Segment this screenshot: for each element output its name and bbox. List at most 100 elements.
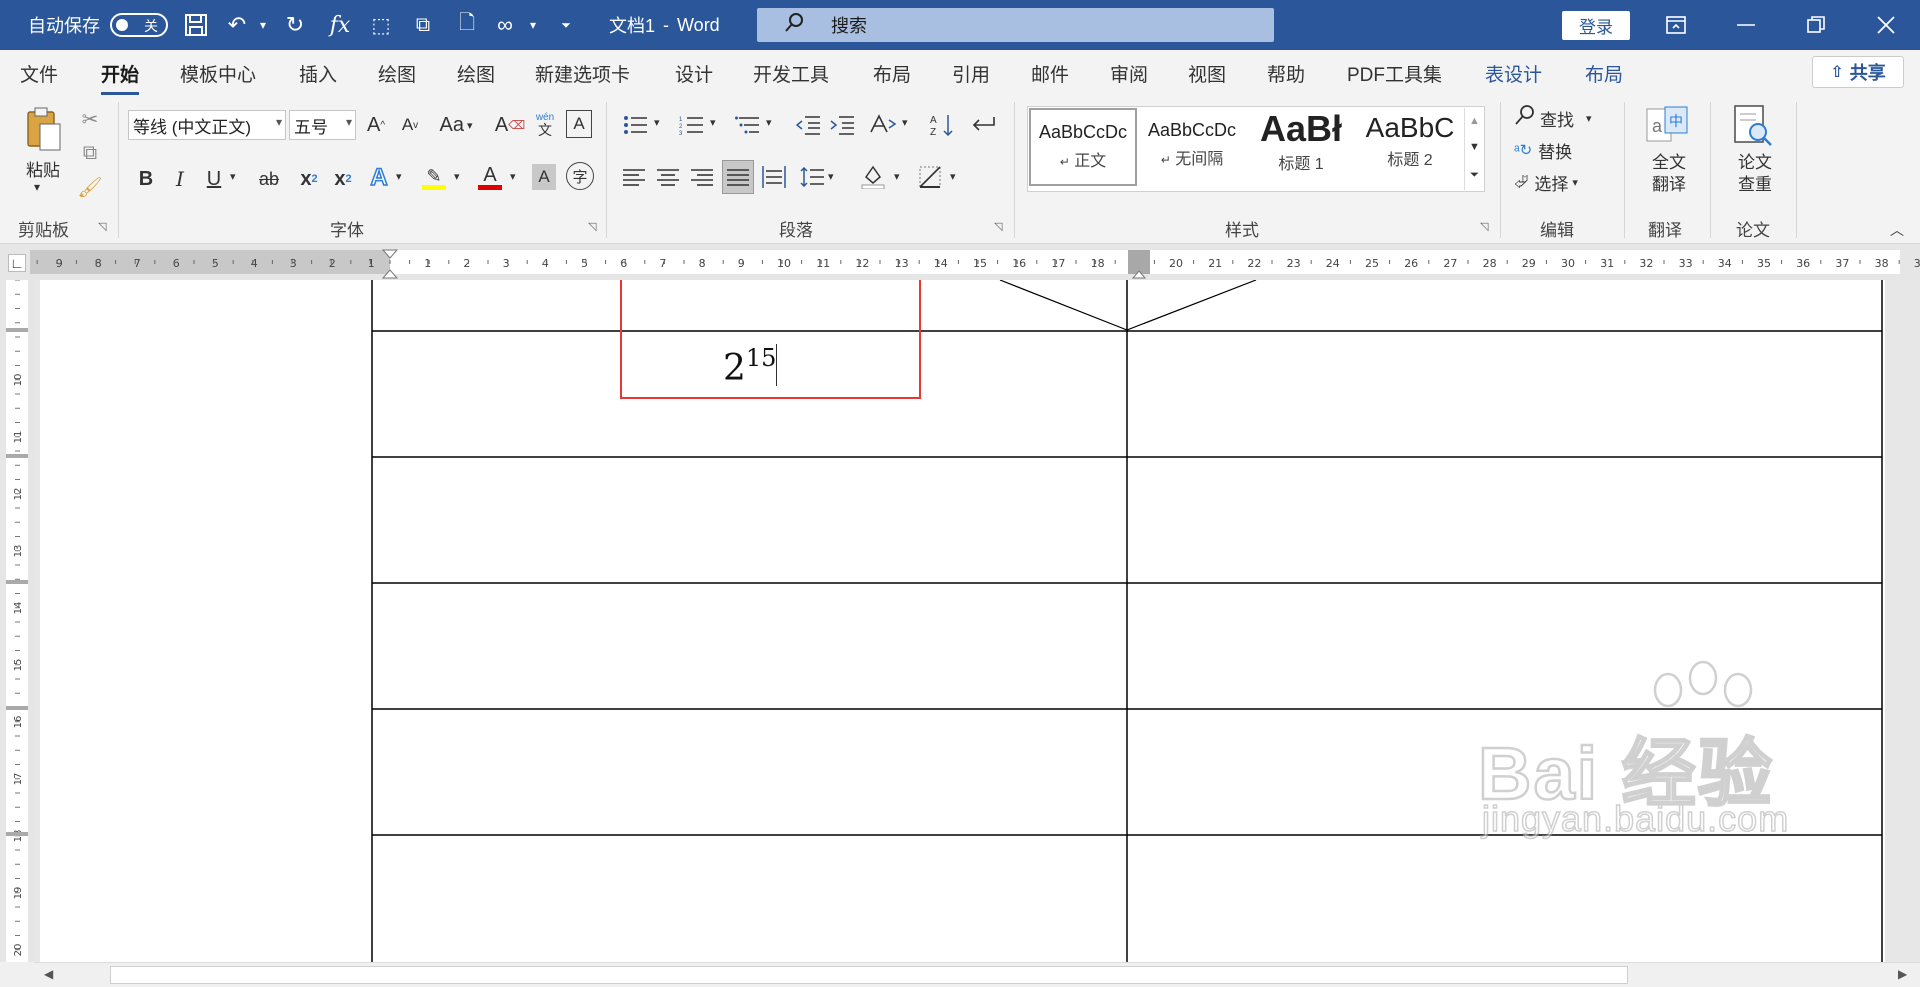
format-painter-icon[interactable]: 🖌	[76, 174, 104, 200]
touch-mode-icon[interactable]: ⬚	[366, 10, 396, 40]
collapse-ribbon-icon[interactable]: ︿	[1890, 220, 1904, 240]
tab-selector-icon[interactable]: ∟	[8, 254, 26, 272]
shading-icon[interactable]	[858, 160, 888, 192]
full-text-translate-icon[interactable]: a中	[1644, 104, 1690, 146]
paste-dropdown-icon[interactable]: ▾	[34, 180, 40, 194]
style-no-spacing[interactable]: AaBbCcDc ↵ 无间隔	[1138, 108, 1246, 186]
tab-layout[interactable]: 布局	[873, 60, 911, 87]
line-spacing-icon[interactable]	[798, 162, 826, 192]
login-button[interactable]: 登录	[1562, 11, 1630, 40]
font-color-dropdown-icon[interactable]: ▾	[510, 170, 516, 183]
distributed-icon[interactable]	[760, 162, 788, 192]
save-icon[interactable]	[181, 10, 211, 40]
bold-icon[interactable]: B	[134, 164, 158, 194]
tab-home[interactable]: 开始	[101, 60, 140, 95]
search-box[interactable]: 搜索	[757, 8, 1274, 42]
highlight-icon[interactable]: ✎	[420, 162, 448, 194]
document-area[interactable]: 215 Bai 经验 jingyan.baidu.com	[34, 280, 1920, 962]
replace-button[interactable]: ᵃ↻ 替换	[1514, 136, 1614, 164]
grow-font-icon[interactable]: A ^	[362, 110, 390, 140]
document-icon[interactable]: 🗋	[452, 10, 482, 40]
font-color-icon[interactable]: A	[476, 160, 504, 194]
multilevel-list-icon[interactable]	[732, 110, 762, 140]
tab-references[interactable]: 引用	[952, 60, 990, 87]
tab-insert[interactable]: 插入	[299, 60, 337, 87]
justify-icon[interactable]	[722, 160, 754, 194]
numbering-dropdown-icon[interactable]: ▾	[710, 116, 716, 129]
text-effects-icon[interactable]: A	[366, 162, 392, 194]
tab-new-tab[interactable]: 新建选项卡	[535, 60, 630, 87]
scroll-left-icon[interactable]: ◀	[44, 967, 53, 981]
phonetic-guide-icon[interactable]: wén 文	[531, 108, 559, 142]
style-heading-2[interactable]: AaBbC 标题 2	[1356, 108, 1464, 186]
subscript-icon[interactable]: x2	[296, 164, 322, 194]
line-spacing-dropdown-icon[interactable]: ▾	[828, 170, 834, 183]
redo-icon[interactable]: ↻	[280, 10, 310, 40]
character-border-icon[interactable]: A	[566, 110, 592, 138]
clipboard-launcher-icon[interactable]: ◹	[98, 220, 106, 233]
clear-formatting-icon[interactable]: A ⌫	[495, 110, 525, 140]
align-center-icon[interactable]	[654, 162, 682, 192]
tab-table-design[interactable]: 表设计	[1485, 60, 1542, 87]
share-button[interactable]: ⇧ 共享	[1812, 56, 1904, 88]
undo-dropdown-icon[interactable]: ▾	[248, 10, 278, 40]
chinese-layout-dropdown-icon[interactable]: ▾	[902, 116, 908, 129]
tab-template-center[interactable]: 模板中心	[180, 60, 256, 87]
sort-icon[interactable]: AZ	[928, 110, 958, 140]
borders-dropdown-icon[interactable]: ▾	[950, 170, 956, 183]
chinese-layout-icon[interactable]	[866, 110, 900, 140]
table-grid[interactable]	[40, 280, 1885, 962]
align-left-icon[interactable]	[620, 162, 648, 192]
formula[interactable]: 215	[723, 344, 776, 389]
borders-icon[interactable]	[916, 162, 944, 192]
highlight-dropdown-icon[interactable]: ▾	[454, 170, 460, 183]
tab-design[interactable]: 设计	[675, 60, 713, 87]
text-effects-dropdown-icon[interactable]: ▾	[396, 170, 402, 183]
scroll-thumb[interactable]	[110, 966, 1628, 984]
full-text-translate-button[interactable]: 全文 翻译	[1646, 152, 1692, 196]
bullets-icon[interactable]	[620, 110, 650, 140]
paste-label[interactable]: 粘贴	[26, 156, 60, 181]
ribbon-display-icon[interactable]	[1646, 0, 1706, 50]
style-heading-1[interactable]: AaBł 标题 1	[1247, 108, 1355, 186]
font-name-select[interactable]: 等线 (中文正文) ▾	[128, 110, 286, 140]
customize-toolbar-icon[interactable]: ⏷	[551, 10, 581, 40]
show-marks-icon[interactable]	[968, 110, 998, 140]
org-chart-icon[interactable]: ⧉	[408, 10, 438, 40]
close-icon[interactable]	[1856, 0, 1916, 50]
formula-icon[interactable]: fx	[325, 10, 355, 40]
copy-icon[interactable]: ⧉	[76, 140, 104, 166]
tab-file[interactable]: 文件	[20, 60, 58, 87]
styles-scroll-down-icon[interactable]: ▼	[1464, 134, 1484, 160]
tab-pdf-tools[interactable]: PDF工具集	[1347, 60, 1442, 87]
scroll-right-icon[interactable]: ▶	[1898, 967, 1907, 981]
paper-check-button[interactable]: 论文 查重	[1732, 152, 1778, 196]
autosave-toggle[interactable]: 关	[110, 13, 168, 37]
style-normal[interactable]: AaBbCcDc ↵ 正文	[1029, 108, 1137, 186]
underline-icon[interactable]: U	[202, 164, 226, 194]
styles-scroll-up-icon[interactable]: ▲	[1464, 108, 1484, 134]
restore-icon[interactable]	[1786, 0, 1846, 50]
paragraph-launcher-icon[interactable]: ◹	[994, 220, 1002, 233]
autosave-control[interactable]: 自动保存 关	[28, 0, 168, 50]
paste-icon[interactable]	[22, 106, 66, 152]
tab-mailings[interactable]: 邮件	[1031, 60, 1069, 87]
cut-icon[interactable]: ✂	[76, 106, 104, 132]
increase-indent-icon[interactable]	[828, 110, 856, 140]
infinity-dropdown-icon[interactable]: ▾	[518, 10, 548, 40]
enclose-characters-icon[interactable]: 字	[566, 162, 594, 190]
shrink-font-icon[interactable]: Av	[396, 110, 424, 140]
multilevel-dropdown-icon[interactable]: ▾	[766, 116, 772, 129]
numbering-icon[interactable]: 123	[676, 110, 706, 140]
paper-check-icon[interactable]	[1730, 104, 1776, 148]
tab-draw-2[interactable]: 绘图	[457, 60, 495, 87]
minimize-icon[interactable]	[1716, 0, 1776, 50]
horizontal-scrollbar[interactable]: ◀ ▶	[34, 962, 1920, 987]
tab-table-layout[interactable]: 布局	[1585, 60, 1623, 87]
styles-launcher-icon[interactable]: ◹	[1480, 220, 1488, 233]
find-button[interactable]: 查找 ▾	[1514, 104, 1614, 132]
change-case-button[interactable]: Aa ▾	[432, 110, 480, 140]
strikethrough-icon[interactable]: ab	[254, 164, 284, 194]
tab-review[interactable]: 审阅	[1110, 60, 1148, 87]
tab-help[interactable]: 帮助	[1267, 60, 1305, 87]
